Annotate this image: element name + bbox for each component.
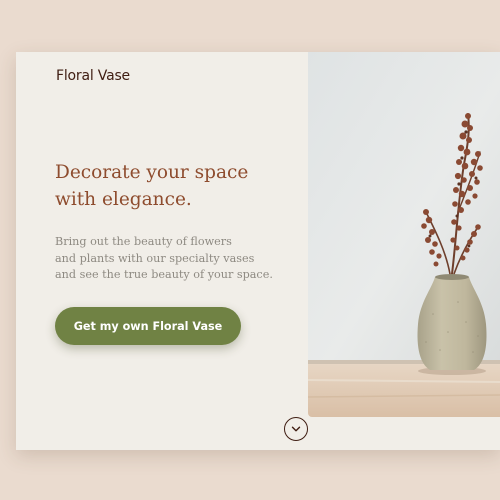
vase-with-dried-flowers-image: [308, 52, 500, 417]
headline-line-2: with elegance.: [55, 189, 192, 210]
brand-logo[interactable]: Floral Vase: [56, 68, 130, 84]
chevron-down-icon: [291, 426, 301, 432]
description-line-3: and see the true beauty of your space.: [55, 268, 273, 281]
vase-photo: [308, 52, 500, 417]
description-line-1: Bring out the beauty of flowers: [55, 235, 232, 248]
hero-description: Bring out the beauty of flowers and plan…: [55, 234, 315, 284]
vase-opening: [435, 274, 469, 280]
scroll-down-button[interactable]: [284, 417, 308, 441]
get-floral-vase-button[interactable]: Get my own Floral Vase: [55, 307, 241, 345]
headline-line-1: Decorate your space: [55, 162, 249, 183]
hero-headline: Decorate your space with elegance.: [55, 159, 305, 213]
hero-card: Floral Vase Decorate your space with ele…: [16, 52, 500, 450]
description-line-2: and plants with our specialty vases: [55, 251, 255, 265]
